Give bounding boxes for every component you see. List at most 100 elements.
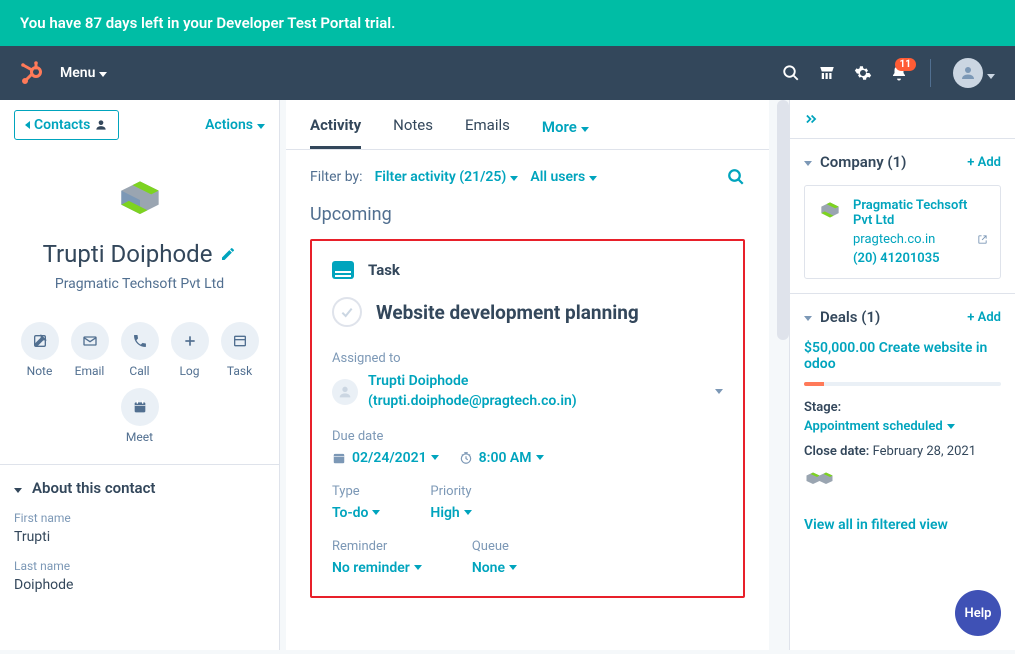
log-button[interactable] [171, 322, 209, 360]
menu-label: Menu [60, 65, 95, 81]
clock-icon [459, 451, 473, 465]
chevron-down-icon [257, 117, 265, 133]
tab-activity[interactable]: Activity [310, 116, 361, 149]
add-company-button[interactable]: + Add [967, 155, 1001, 170]
call-button[interactable] [121, 322, 159, 360]
stage-label: Stage: [804, 400, 1001, 415]
hubspot-logo-icon[interactable] [20, 61, 44, 85]
chevron-down-icon [431, 453, 439, 463]
type-value: To-do [332, 505, 368, 521]
company-card[interactable]: Pragmatic Techsoft Pvt Ltd pragtech.co.i… [804, 185, 1001, 279]
type-label: Type [332, 484, 380, 499]
view-all-link[interactable]: View all in filtered view [790, 503, 1015, 547]
due-time-picker[interactable]: 8:00 AM [479, 450, 544, 466]
assignee-email: (trupti.doiphode@pragtech.co.in) [368, 392, 577, 412]
note-button[interactable] [21, 322, 59, 360]
notification-badge: 11 [895, 58, 916, 71]
top-nav: Menu 11 [0, 46, 1015, 100]
first-name-value[interactable]: Trupti [14, 529, 265, 545]
search-icon[interactable] [782, 64, 800, 82]
first-name-label: First name [14, 511, 265, 525]
type-dropdown[interactable]: To-do [332, 505, 380, 521]
marketplace-icon[interactable] [818, 64, 836, 82]
assigned-to-label: Assigned to [332, 351, 723, 366]
chevron-down-icon [509, 563, 517, 573]
task-type-icon [332, 261, 354, 279]
associated-companies-icons[interactable] [804, 469, 1001, 489]
assignee-dropdown[interactable]: Trupti Doiphode (trupti.doiphode@pragtec… [332, 372, 723, 411]
filter-by-label: Filter by: [310, 169, 363, 185]
person-icon [94, 118, 108, 132]
external-link-icon[interactable] [977, 234, 988, 245]
company-site-link[interactable]: pragtech.co.in [853, 232, 935, 247]
priority-label: Priority [430, 484, 471, 499]
tab-notes[interactable]: Notes [393, 116, 433, 149]
contacts-label: Contacts [34, 117, 90, 133]
chevron-down-icon [414, 563, 422, 573]
expand-sidebar-icon[interactable] [790, 100, 1015, 138]
company-phone[interactable]: (20) 41201035 [853, 251, 988, 266]
notifications-icon[interactable]: 11 [890, 64, 908, 82]
reminder-value: No reminder [332, 560, 410, 576]
account-menu[interactable] [953, 58, 995, 88]
chevron-down-icon[interactable] [804, 311, 812, 324]
chevron-down-icon[interactable] [804, 156, 812, 169]
actions-label: Actions [205, 117, 253, 133]
task-button[interactable] [221, 322, 259, 360]
contact-header: Trupti Doiphode Pragmatic Techsoft Pvt L… [0, 150, 279, 312]
nav-divider [930, 59, 931, 87]
add-deal-button[interactable]: + Add [967, 310, 1001, 325]
help-button[interactable]: Help [955, 590, 1001, 636]
reminder-label: Reminder [332, 539, 422, 554]
tab-more[interactable]: More [542, 116, 589, 149]
upcoming-heading: Upcoming [286, 204, 769, 239]
settings-icon[interactable] [854, 64, 872, 82]
all-users-label: All users [530, 169, 585, 185]
due-date-value: 02/24/2021 [352, 450, 427, 466]
chevron-down-icon [581, 118, 589, 136]
chevron-down-icon [99, 65, 107, 81]
scrollbar[interactable] [777, 100, 789, 340]
priority-dropdown[interactable]: High [430, 505, 471, 521]
meet-button[interactable] [121, 388, 159, 426]
company-section-title: Company (1) [820, 153, 959, 171]
chevron-down-icon [589, 169, 597, 185]
company-name-link[interactable]: Pragmatic Techsoft Pvt Ltd [853, 198, 988, 228]
about-section-toggle[interactable]: About this contact [14, 479, 265, 497]
call-label: Call [129, 364, 149, 378]
priority-value: High [430, 505, 459, 521]
log-label: Log [179, 364, 199, 378]
email-button[interactable] [71, 322, 109, 360]
filter-activity-dropdown[interactable]: Filter activity (21/25) [375, 169, 519, 185]
edit-name-icon[interactable] [220, 246, 236, 262]
menu-button[interactable]: Menu [60, 65, 107, 81]
actions-dropdown[interactable]: Actions [205, 117, 265, 133]
contact-company: Pragmatic Techsoft Pvt Ltd [14, 276, 265, 292]
deal-title-link[interactable]: $50,000.00 Create website in odoo [804, 340, 1001, 372]
tab-emails[interactable]: Emails [465, 116, 510, 149]
assignee-name: Trupti Doiphode [368, 372, 577, 392]
reminder-dropdown[interactable]: No reminder [332, 560, 422, 576]
task-type-label: Task [368, 261, 400, 279]
task-complete-checkbox[interactable] [332, 297, 362, 327]
about-label: About this contact [32, 479, 155, 497]
chevron-down-icon [510, 169, 518, 185]
chevron-left-icon [25, 117, 30, 133]
action-buttons: Note Email Call Log Task [0, 312, 279, 388]
chevron-down-icon [372, 508, 380, 518]
queue-value: None [472, 560, 505, 576]
task-label: Task [227, 364, 252, 378]
contacts-back-button[interactable]: Contacts [14, 110, 119, 140]
email-label: Email [75, 364, 105, 378]
search-activity-icon[interactable] [727, 168, 745, 186]
close-date-value: February 28, 2021 [873, 444, 976, 459]
all-users-dropdown[interactable]: All users [530, 169, 597, 185]
chevron-down-icon [464, 508, 472, 518]
note-label: Note [27, 364, 53, 378]
stage-dropdown[interactable]: Appointment scheduled [804, 419, 1001, 434]
queue-dropdown[interactable]: None [472, 560, 517, 576]
due-date-picker[interactable]: 02/24/2021 [352, 450, 439, 466]
last-name-value[interactable]: Doiphode [14, 577, 265, 593]
assignee-avatar-icon [332, 379, 358, 405]
chevron-down-icon [715, 386, 723, 397]
